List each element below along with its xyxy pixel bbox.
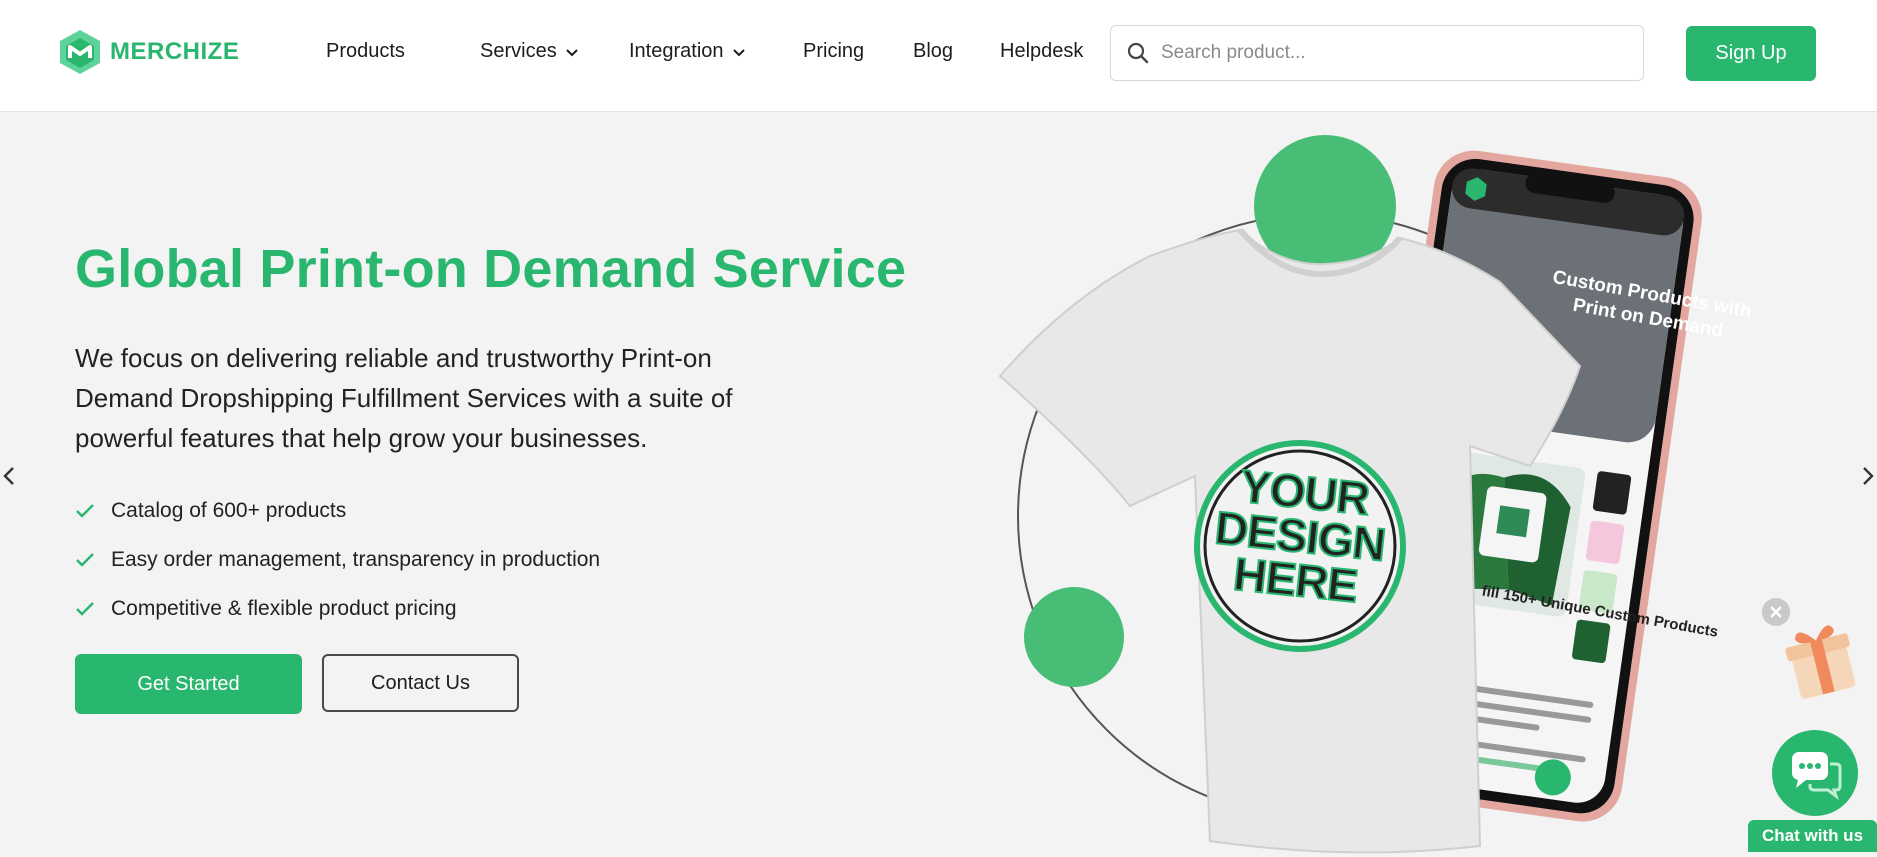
nav-item-label: Services — [480, 40, 557, 62]
check-icon — [76, 601, 94, 616]
nav-item-integration[interactable]: Integration — [629, 40, 746, 63]
feature-item: Easy order management, transparency in p… — [75, 535, 600, 584]
tshirt-design-text: YOUR DESIGN HERE — [1212, 459, 1389, 613]
chat-label[interactable]: Chat with us — [1748, 820, 1877, 852]
nav-item-pricing[interactable]: Pricing — [803, 40, 864, 63]
search-box — [1110, 25, 1644, 81]
close-icon — [1770, 606, 1782, 618]
merchize-logo-icon — [60, 30, 100, 74]
nav-item-helpdesk[interactable]: Helpdesk — [1000, 40, 1083, 63]
chevron-down-icon — [565, 48, 578, 56]
brand-logo[interactable]: MERCHIZE — [56, 28, 239, 76]
get-started-button[interactable]: Get Started — [75, 654, 302, 714]
feature-text: Easy order management, transparency in p… — [111, 547, 601, 571]
nav-item-label: Pricing — [803, 40, 865, 62]
site-header: MERCHIZE Products Services Integration P… — [0, 0, 1877, 112]
feature-item: Competitive & flexible product pricing — [75, 584, 600, 633]
contact-us-button[interactable]: Contact Us — [322, 654, 519, 712]
chevron-down-icon — [732, 48, 745, 56]
sign-up-button[interactable]: Sign Up — [1686, 26, 1816, 81]
carousel-prev-icon[interactable] — [0, 462, 20, 490]
search-input[interactable] — [1159, 41, 1623, 65]
gift-icon[interactable] — [1780, 612, 1860, 702]
hero-description: We focus on delivering reliable and trus… — [75, 343, 733, 453]
nav-item-label: Helpdesk — [1000, 40, 1084, 62]
feature-item: Catalog of 600+ products — [75, 486, 600, 535]
search-icon — [1127, 42, 1149, 64]
carousel-next-icon[interactable] — [1857, 462, 1877, 490]
check-icon — [76, 503, 94, 518]
check-icon — [76, 552, 94, 567]
nav-item-products[interactable]: Products — [326, 40, 405, 63]
nav-item-label: Blog — [913, 40, 954, 62]
nav-item-label: Integration — [629, 40, 724, 62]
feature-text: Catalog of 600+ products — [111, 498, 347, 522]
gift-close-button[interactable] — [1762, 598, 1790, 626]
hero-title: Global Print-on Demand Service — [75, 239, 907, 299]
decor-circle-bottom — [1024, 587, 1124, 687]
chat-icon — [1792, 752, 1842, 801]
feature-text: Competitive & flexible product pricing — [111, 596, 457, 620]
nav-item-blog[interactable]: Blog — [913, 40, 953, 63]
nav-item-label: Products — [326, 40, 405, 62]
nav-item-services[interactable]: Services — [480, 40, 579, 63]
feature-list: Catalog of 600+ products Easy order mana… — [75, 486, 600, 633]
brand-name: MERCHIZE — [110, 38, 240, 65]
chat-button[interactable] — [1772, 730, 1858, 816]
